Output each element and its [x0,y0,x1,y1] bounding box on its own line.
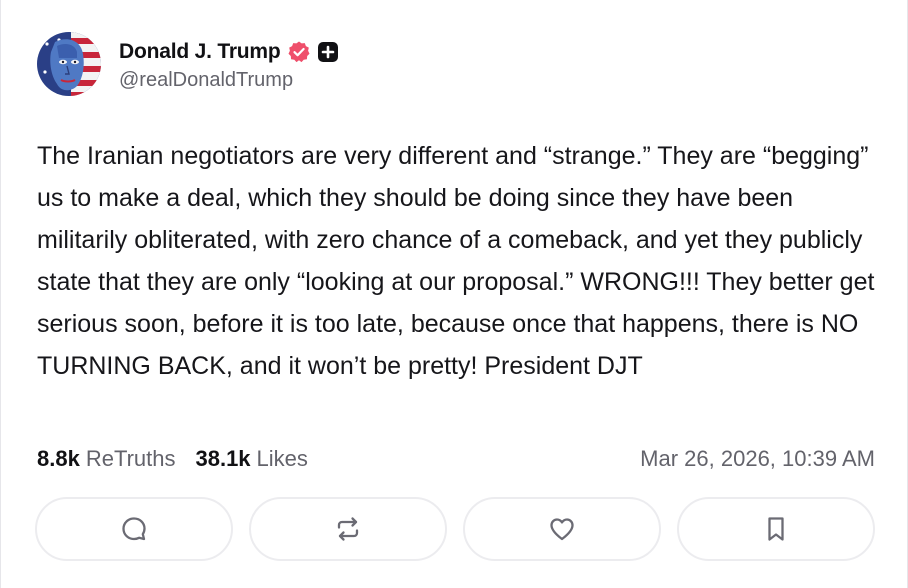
reply-icon [122,517,146,541]
likes-label: Likes [256,446,308,471]
likes-stat[interactable]: 38.1k Likes [195,446,307,472]
name-row: Donald J. Trump [119,37,339,67]
like-button[interactable] [463,497,661,561]
retruths-label: ReTruths [85,446,176,471]
bookmark-button[interactable] [677,497,875,561]
verified-badge-icon [287,40,311,64]
author-handle[interactable]: @realDonaldTrump [119,69,339,92]
plus-badge-icon [317,41,339,63]
author-names: Donald J. Trump @realDonaldTrump [119,37,339,92]
heart-icon [550,518,574,541]
display-name[interactable]: Donald J. Trump [119,40,281,64]
retruth-button[interactable] [249,497,447,561]
post-timestamp[interactable]: Mar 26, 2026, 10:39 AM [640,446,875,472]
post-stats: 8.8k ReTruths 38.1k Likes Mar 26, 2026, … [37,444,875,474]
post-text: The Iranian negotiators are very differe… [37,142,875,380]
action-bar [35,497,875,561]
likes-count: 38.1k [195,446,251,471]
retruths-count: 8.8k [37,446,80,471]
retruth-icon [337,517,359,541]
post-card: Donald J. Trump @realDonaldTrump The Ira… [0,0,908,588]
post-header: Donald J. Trump @realDonaldTrump [37,32,339,96]
retruths-stat[interactable]: 8.8k ReTruths [37,446,175,472]
avatar-image [37,32,101,96]
bookmark-icon [768,517,784,541]
avatar[interactable] [37,32,101,96]
reply-button[interactable] [35,497,233,561]
